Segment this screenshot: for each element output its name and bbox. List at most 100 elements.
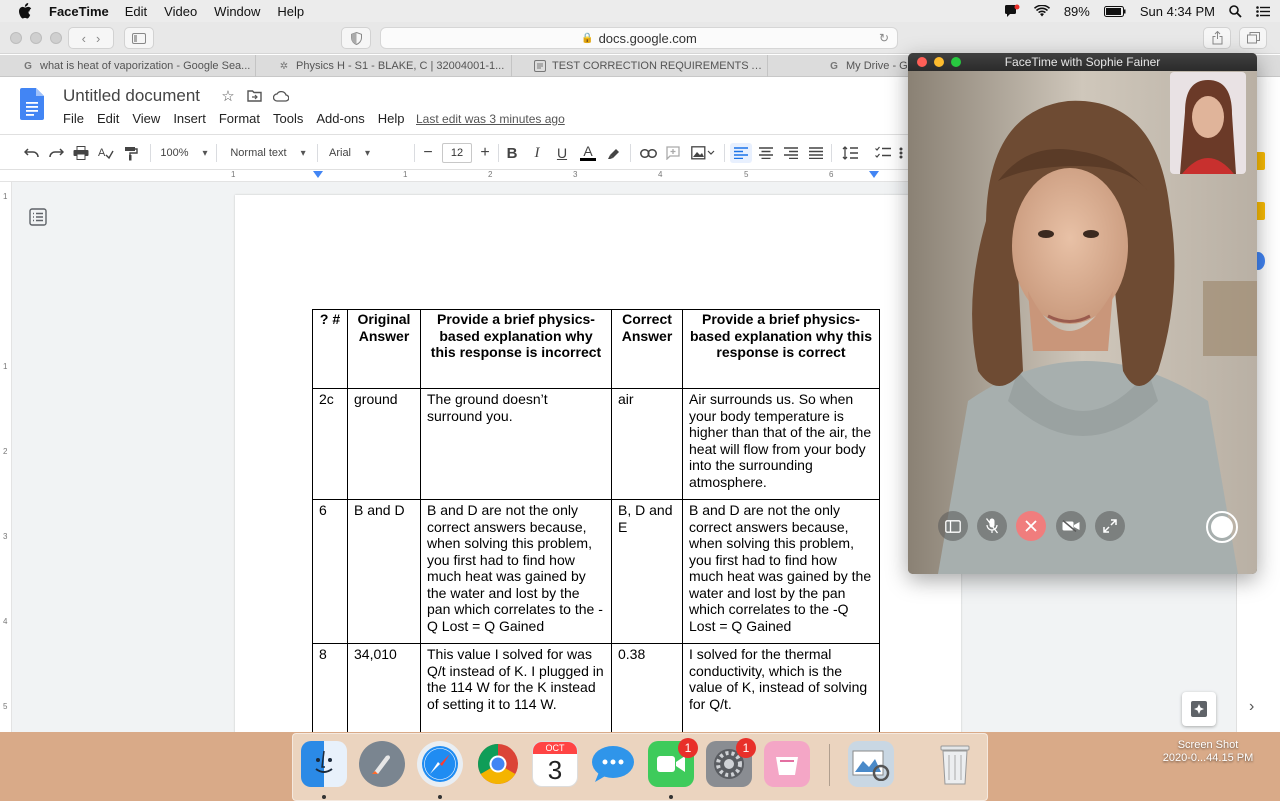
docs-menu-view[interactable]: View bbox=[132, 111, 160, 126]
facetime-close-button[interactable] bbox=[917, 57, 927, 67]
document-title[interactable]: Untitled document bbox=[63, 86, 200, 106]
align-left-icon[interactable] bbox=[730, 143, 752, 163]
facetime-titlebar[interactable]: FaceTime with Sophie Fainer bbox=[908, 53, 1257, 71]
facetime-zoom-button[interactable] bbox=[951, 57, 961, 67]
increase-font-size-button[interactable]: + bbox=[477, 143, 493, 163]
right-indent-marker[interactable] bbox=[869, 171, 879, 178]
undo-icon[interactable] bbox=[22, 143, 40, 163]
menu-edit[interactable]: Edit bbox=[125, 4, 147, 19]
launchpad-icon[interactable] bbox=[359, 741, 405, 787]
left-indent-marker[interactable] bbox=[313, 171, 323, 178]
bulleted-list-icon[interactable] bbox=[898, 143, 908, 163]
last-edit-link[interactable]: Last edit was 3 minutes ago bbox=[416, 112, 565, 126]
forward-icon[interactable]: › bbox=[96, 31, 100, 46]
print-icon[interactable] bbox=[72, 143, 90, 163]
star-icon[interactable]: ☆ bbox=[219, 87, 237, 105]
address-bar[interactable]: 🔒 docs.google.com ↻ bbox=[380, 27, 898, 49]
share-button[interactable] bbox=[1203, 27, 1231, 49]
messages-icon[interactable] bbox=[590, 741, 636, 787]
insert-comment-icon[interactable] bbox=[664, 143, 682, 163]
table-cell[interactable]: Air surrounds us. So when your body temp… bbox=[682, 388, 880, 500]
preview-icon[interactable] bbox=[848, 741, 894, 787]
table-cell[interactable]: B, D and E bbox=[611, 499, 683, 644]
table-cell[interactable]: 34,010 bbox=[347, 643, 421, 734]
desktop-screenshot-file[interactable]: Screen Shot 2020-0...44.15 PM bbox=[1160, 739, 1256, 765]
mute-microphone-icon[interactable] bbox=[977, 511, 1007, 541]
docs-menu-addons[interactable]: Add-ons bbox=[316, 111, 364, 126]
docs-menu-tools[interactable]: Tools bbox=[273, 111, 303, 126]
decrease-font-size-button[interactable]: − bbox=[420, 143, 436, 163]
tab-overview-button[interactable] bbox=[1239, 27, 1267, 49]
fullscreen-icon[interactable] bbox=[1095, 511, 1125, 541]
font-select[interactable]: Arial bbox=[329, 143, 409, 163]
horizontal-ruler[interactable]: 1 1 2 3 4 5 6 bbox=[0, 170, 910, 182]
docs-menu-file[interactable]: File bbox=[63, 111, 84, 126]
spotlight-icon[interactable] bbox=[1229, 4, 1242, 18]
header-correct-answer[interactable]: Correct Answer bbox=[611, 309, 683, 389]
spellcheck-icon[interactable]: A bbox=[97, 143, 115, 163]
calendar-icon[interactable]: OCT 3 bbox=[532, 741, 578, 787]
sidebar-toggle-button[interactable] bbox=[124, 27, 154, 49]
safari-close-button[interactable] bbox=[10, 32, 22, 44]
style-select[interactable]: Normal text bbox=[227, 143, 309, 163]
safari-zoom-button[interactable] bbox=[50, 32, 62, 44]
back-forward-buttons[interactable]: ‹ › bbox=[68, 27, 114, 49]
finder-icon[interactable] bbox=[301, 741, 347, 787]
header-incorrect-explanation[interactable]: Provide a brief physics-based explanatio… bbox=[420, 309, 612, 389]
clock[interactable]: Sun 4:34 PM bbox=[1140, 4, 1215, 19]
italic-icon[interactable]: I bbox=[528, 143, 546, 163]
redo-icon[interactable] bbox=[47, 143, 65, 163]
table-cell[interactable]: ground bbox=[347, 388, 421, 500]
self-view-video[interactable] bbox=[1170, 72, 1246, 174]
cloud-saved-icon[interactable] bbox=[272, 87, 290, 105]
move-folder-icon[interactable] bbox=[245, 87, 263, 105]
text-color-icon[interactable]: A bbox=[578, 143, 598, 163]
paint-format-icon[interactable] bbox=[122, 143, 140, 163]
back-icon[interactable]: ‹ bbox=[82, 31, 86, 46]
end-call-button[interactable] bbox=[1016, 511, 1046, 541]
apple-menu-icon[interactable] bbox=[18, 3, 34, 19]
docs-menu-help[interactable]: Help bbox=[378, 111, 405, 126]
font-size-input[interactable]: 12 bbox=[442, 143, 472, 163]
align-right-icon[interactable] bbox=[782, 143, 800, 163]
docs-menu-edit[interactable]: Edit bbox=[97, 111, 119, 126]
cleanmymac-icon[interactable] bbox=[764, 741, 810, 787]
bold-icon[interactable]: B bbox=[503, 143, 521, 163]
insert-link-icon[interactable] bbox=[638, 143, 658, 163]
table-cell[interactable]: I solved for the thermal conductivity, w… bbox=[682, 643, 880, 734]
header-question-number[interactable]: ? # bbox=[312, 309, 348, 389]
battery-icon[interactable] bbox=[1103, 5, 1126, 17]
menu-help[interactable]: Help bbox=[277, 4, 304, 19]
tab-google-search[interactable]: G what is heat of vaporization - Google … bbox=[0, 55, 256, 77]
menu-video[interactable]: Video bbox=[164, 4, 197, 19]
table-cell[interactable]: The ground doesn’t surround you. bbox=[420, 388, 612, 500]
reload-icon[interactable]: ↻ bbox=[879, 31, 889, 45]
menu-window[interactable]: Window bbox=[214, 4, 260, 19]
live-photo-button[interactable] bbox=[1206, 511, 1238, 543]
table-cell[interactable]: air bbox=[611, 388, 683, 500]
safari-icon[interactable] bbox=[417, 741, 463, 787]
notification-center-icon[interactable] bbox=[1256, 5, 1270, 17]
checklist-icon[interactable] bbox=[874, 143, 892, 163]
google-docs-logo[interactable] bbox=[20, 88, 44, 120]
table-cell[interactable]: B and D bbox=[347, 499, 421, 644]
safari-minimize-button[interactable] bbox=[30, 32, 42, 44]
table-cell[interactable]: B and D are not the only correct answers… bbox=[682, 499, 880, 644]
align-center-icon[interactable] bbox=[757, 143, 775, 163]
facetime-minimize-button[interactable] bbox=[934, 57, 944, 67]
explore-button[interactable] bbox=[1182, 692, 1216, 726]
app-menu-facetime[interactable]: FaceTime bbox=[49, 4, 109, 19]
header-correct-explanation[interactable]: Provide a brief physics-based explanatio… bbox=[682, 309, 880, 389]
chrome-icon[interactable] bbox=[475, 741, 521, 787]
tab-test-correction[interactable]: TEST CORRECTION REQUIREMENTS A... bbox=[512, 55, 768, 77]
camera-off-icon[interactable] bbox=[1056, 511, 1086, 541]
table-cell[interactable]: 8 bbox=[312, 643, 348, 734]
highlight-icon[interactable] bbox=[605, 143, 623, 163]
table-cell[interactable]: B and D are not the only correct answers… bbox=[420, 499, 612, 644]
justify-icon[interactable] bbox=[807, 143, 825, 163]
notification-icon[interactable] bbox=[1004, 4, 1020, 18]
underline-icon[interactable]: U bbox=[553, 143, 571, 163]
table-cell[interactable]: 2c bbox=[312, 388, 348, 500]
zoom-select[interactable]: 100% bbox=[160, 143, 208, 163]
vertical-ruler[interactable]: 1 1 2 3 4 5 bbox=[0, 182, 12, 732]
